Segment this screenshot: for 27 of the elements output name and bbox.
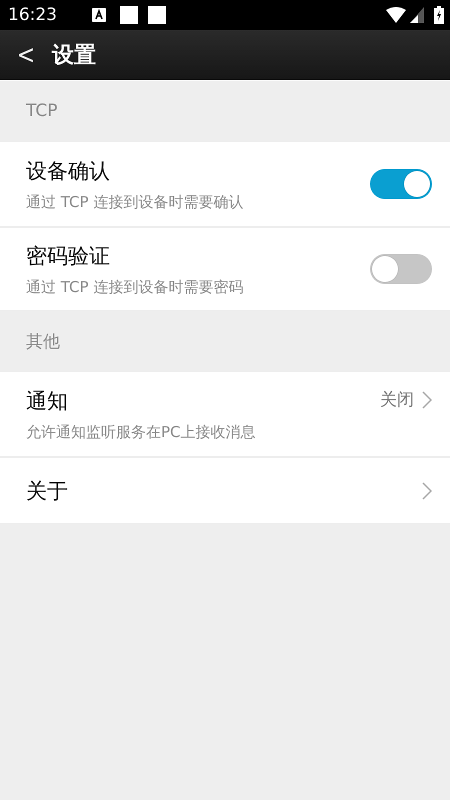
setting-description: 允许通知监听服务在PC上接收消息 (26, 422, 257, 442)
chevron-right-icon (422, 390, 432, 408)
signal-icon (410, 7, 424, 23)
notification-icon (148, 6, 166, 24)
notification-icon (92, 8, 106, 22)
page-title: 设置 (52, 42, 96, 70)
clock-time: 16:23 (8, 5, 58, 25)
notification-icon (120, 6, 138, 24)
setting-title: 设备确认 (26, 158, 111, 184)
setting-title: 关于 (26, 478, 69, 504)
back-button[interactable]: < (0, 40, 52, 70)
section-header: 其他 (26, 330, 60, 352)
setting-title: 通知 (26, 388, 69, 414)
chevron-right-icon (422, 482, 432, 500)
settings-row[interactable]: 关于 (0, 456, 450, 523)
toggle-switch[interactable] (370, 169, 432, 199)
settings-row[interactable]: 设备确认 通过 TCP 连接到设备时需要确认 (0, 142, 450, 226)
section-header: TCP (26, 101, 58, 121)
settings-row[interactable]: 通知 允许通知监听服务在PC上接收消息 关闭 (0, 372, 450, 456)
setting-value: 关闭 (380, 389, 414, 411)
toggle-switch[interactable] (370, 254, 432, 284)
settings-row[interactable]: 密码验证 通过 TCP 连接到设备时需要密码 (0, 226, 450, 310)
setting-description: 通过 TCP 连接到设备时需要密码 (26, 278, 244, 296)
battery-icon (434, 6, 444, 24)
wifi-icon (386, 7, 406, 23)
setting-description: 通过 TCP 连接到设备时需要确认 (26, 192, 244, 212)
setting-title: 密码验证 (26, 242, 111, 270)
